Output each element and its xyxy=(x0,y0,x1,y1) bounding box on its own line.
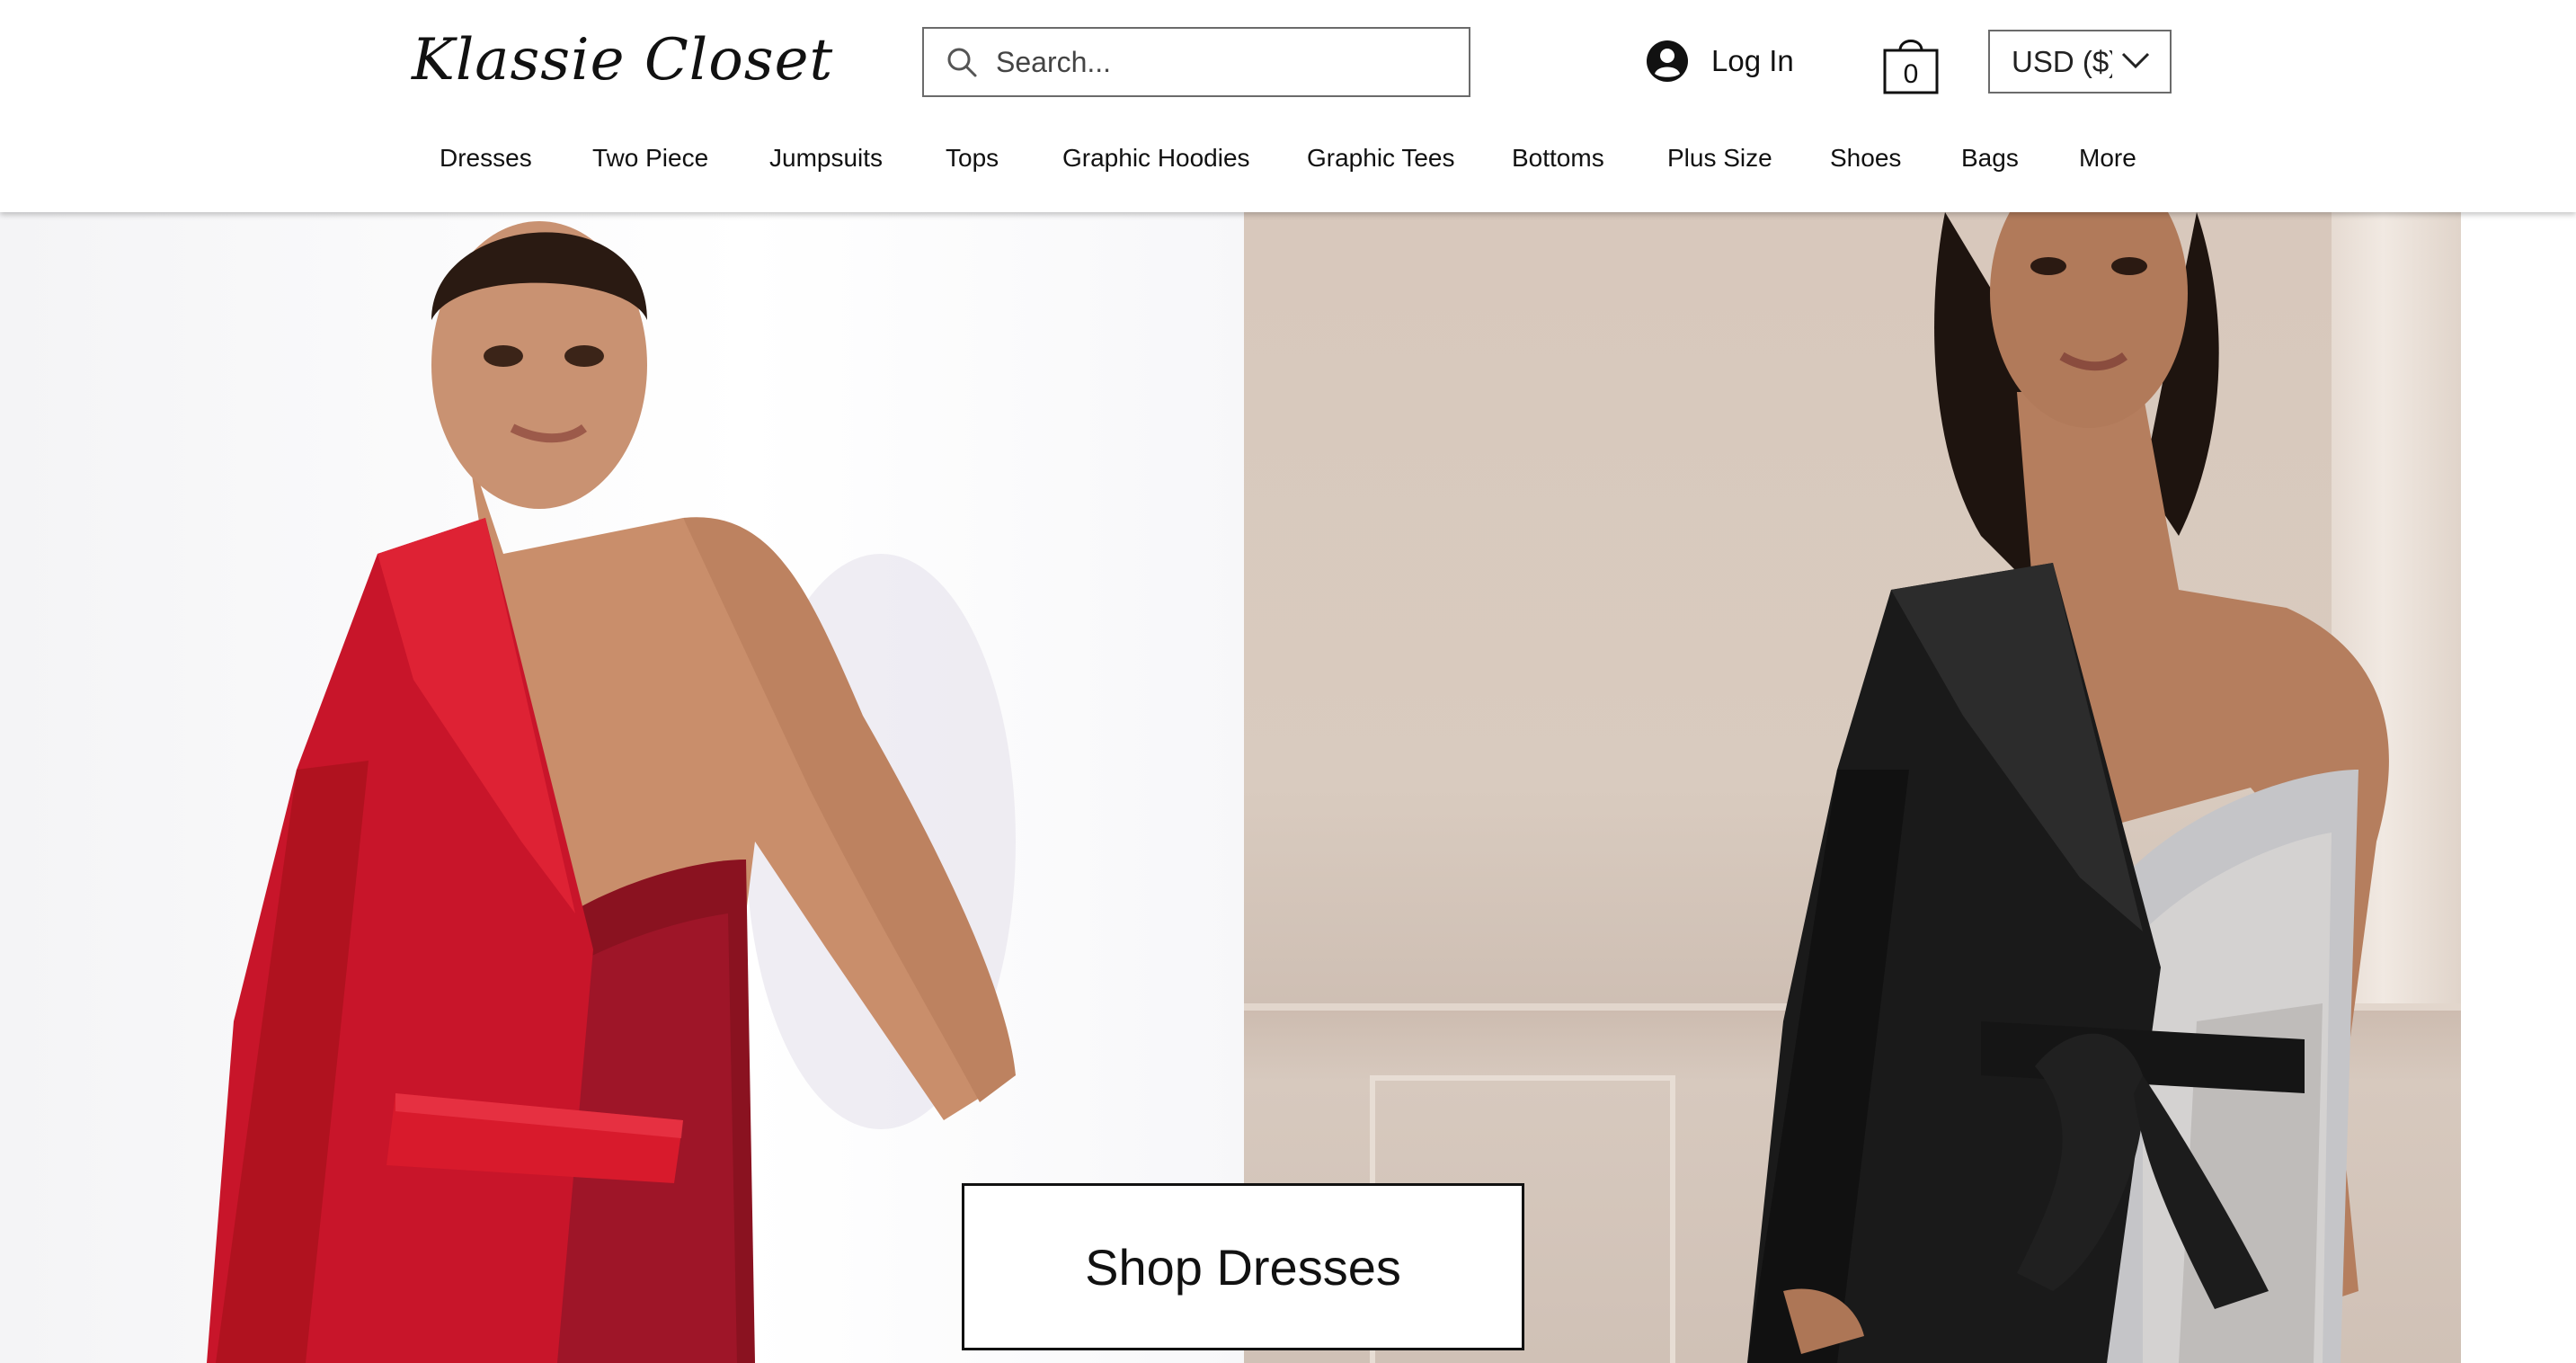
currency-selector[interactable]: USD ($) xyxy=(1988,30,2172,94)
nav-item-dresses[interactable]: Dresses xyxy=(440,144,532,173)
currency-value: USD ($) xyxy=(2012,44,2112,78)
page-margin-right xyxy=(2461,212,2576,1363)
search-input[interactable] xyxy=(996,35,1469,89)
nav-item-bottoms[interactable]: Bottoms xyxy=(1512,144,1604,173)
cart-button[interactable]: 0 xyxy=(1882,32,1940,95)
nav-item-bags[interactable]: Bags xyxy=(1961,144,2019,173)
nav-item-more[interactable]: More xyxy=(2079,144,2136,173)
nav-item-two-piece[interactable]: Two Piece xyxy=(592,144,708,173)
nav-item-tops[interactable]: Tops xyxy=(946,144,999,173)
cart-count: 0 xyxy=(1903,59,1919,89)
login-label: Log In xyxy=(1711,44,1794,77)
page: Klassie Closet Log In 0 USD ($) xyxy=(0,0,2576,1363)
user-avatar-icon xyxy=(1647,40,1688,82)
nav-item-shoes[interactable]: Shoes xyxy=(1830,144,1901,173)
main-nav: Dresses Two Piece Jumpsuits Tops Graphic… xyxy=(0,144,2576,187)
site-header: Klassie Closet Log In 0 USD ($) xyxy=(0,0,2576,212)
nav-item-graphic-hoodies[interactable]: Graphic Hoodies xyxy=(1062,144,1250,173)
search-icon xyxy=(947,48,977,77)
search-box[interactable] xyxy=(922,27,1470,97)
nav-item-plus-size[interactable]: Plus Size xyxy=(1667,144,1772,173)
site-logo[interactable]: Klassie Closet xyxy=(412,27,833,99)
nav-item-graphic-tees[interactable]: Graphic Tees xyxy=(1307,144,1454,173)
chevron-down-icon xyxy=(2121,52,2150,69)
nav-item-jumpsuits[interactable]: Jumpsuits xyxy=(769,144,883,173)
shop-dresses-button[interactable]: Shop Dresses xyxy=(962,1183,1524,1350)
login-button[interactable]: Log In xyxy=(1647,36,1794,86)
